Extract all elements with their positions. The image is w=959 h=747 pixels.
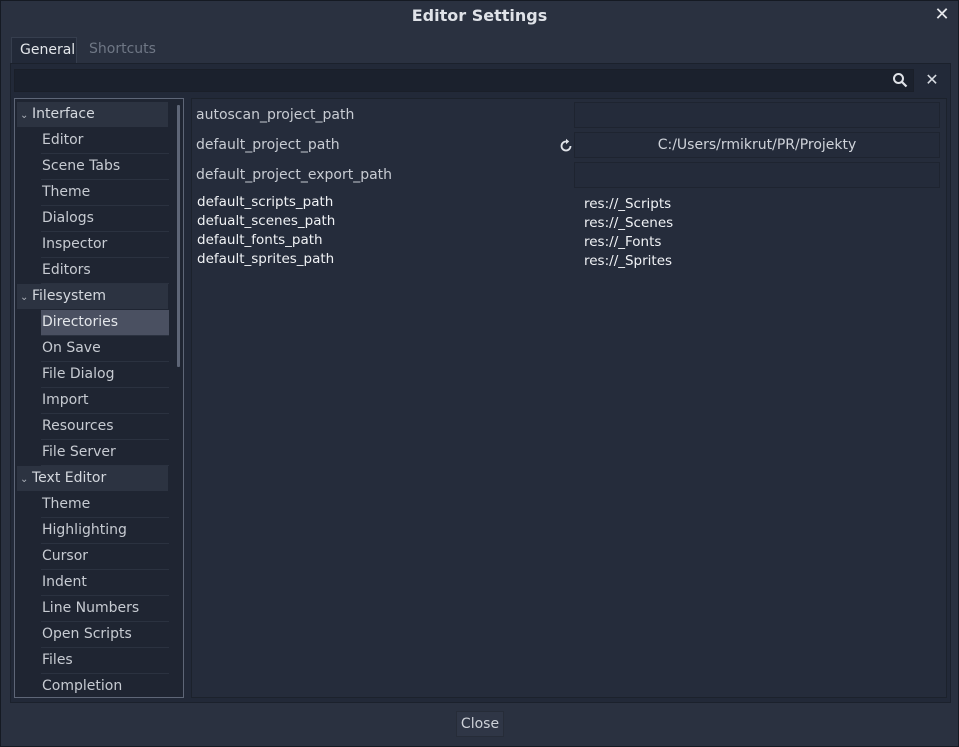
tree-item-file-dialog[interactable]: File Dialog bbox=[41, 362, 169, 388]
tree-section-text-editor[interactable]: ⌄ Text Editor bbox=[17, 466, 168, 491]
section-tree: ⌄ Interface Editor Scene Tabs Theme Dialogs In… bbox=[14, 98, 184, 698]
tree-label: File Dialog bbox=[42, 366, 115, 382]
tree-label: Editors bbox=[42, 262, 91, 278]
tree-item-directories[interactable]: Directories bbox=[41, 310, 169, 336]
tree-label: Line Numbers bbox=[42, 600, 140, 616]
tree-label: Completion bbox=[42, 678, 123, 694]
tree-item-file-server[interactable]: File Server bbox=[41, 440, 169, 466]
tree-item-indent[interactable]: Indent bbox=[41, 570, 169, 596]
custom-value-scenes[interactable]: res://_Scenes bbox=[584, 214, 673, 233]
tree-section-filesystem[interactable]: ⌄ Filesystem bbox=[17, 284, 168, 309]
prop-label-default-project-export-path: default_project_export_path bbox=[196, 167, 393, 183]
chevron-down-icon[interactable]: ⌄ bbox=[20, 467, 32, 492]
tree-item-completion[interactable]: Completion bbox=[41, 674, 169, 697]
tree-label: Files bbox=[42, 652, 73, 668]
tree-item-line-numbers[interactable]: Line Numbers bbox=[41, 596, 169, 622]
prop-label-default-project-path: default_project_path bbox=[196, 137, 340, 153]
window-title: Editor Settings bbox=[411, 6, 548, 25]
tree-label: Scene Tabs bbox=[42, 158, 121, 174]
prop-field-autoscan-project-path[interactable] bbox=[574, 102, 940, 128]
revert-icon[interactable] bbox=[558, 138, 574, 154]
custom-value-sprites[interactable]: res://_Sprites bbox=[584, 252, 672, 271]
tree-item-dialogs[interactable]: Dialogs bbox=[41, 206, 169, 232]
tree-item-editors[interactable]: Editors bbox=[41, 258, 169, 284]
tree-label: Text Editor bbox=[32, 470, 107, 486]
custom-label-sprites: default_sprites_path bbox=[197, 251, 335, 267]
tree-scrollbar[interactable] bbox=[177, 105, 180, 367]
tree-item-inspector[interactable]: Inspector bbox=[41, 232, 169, 258]
tab-shortcuts[interactable]: Shortcuts bbox=[81, 37, 161, 64]
tree-item-open-scripts[interactable]: Open Scripts bbox=[41, 622, 169, 648]
chevron-down-icon[interactable]: ⌄ bbox=[20, 285, 32, 310]
tree-label: Inspector bbox=[42, 236, 108, 252]
tree-label: Resources bbox=[42, 418, 114, 434]
tree-label: Indent bbox=[42, 574, 87, 590]
search-bar bbox=[14, 69, 914, 92]
custom-label-fonts: default_fonts_path bbox=[197, 232, 323, 248]
custom-value-fonts[interactable]: res://_Fonts bbox=[584, 233, 661, 252]
title-bar: Editor Settings ✕ bbox=[1, 1, 958, 33]
search-icon bbox=[893, 73, 908, 88]
prop-field-default-project-export-path[interactable] bbox=[574, 162, 940, 188]
tree-item-files[interactable]: Files bbox=[41, 648, 169, 674]
prop-field-default-project-path[interactable]: C:/Users/rmikrut/PR/Projekty bbox=[574, 132, 940, 158]
tree-item-on-save[interactable]: On Save bbox=[41, 336, 169, 362]
tree-label: Theme bbox=[42, 496, 91, 512]
tree-label: Interface bbox=[32, 106, 95, 122]
tree-item-theme[interactable]: Theme bbox=[41, 492, 169, 518]
tree-item-theme[interactable]: Theme bbox=[41, 180, 169, 206]
editor-settings-window: Editor Settings ✕ General Shortcuts ✕ ⌄ I… bbox=[0, 0, 959, 747]
tree-item-editor[interactable]: Editor bbox=[41, 128, 169, 154]
search-input[interactable] bbox=[14, 69, 914, 92]
tree-label: Import bbox=[42, 392, 89, 408]
tree-label: Directories bbox=[42, 314, 119, 330]
tree-label: On Save bbox=[42, 340, 101, 356]
custom-value-scripts[interactable]: res://_Scripts bbox=[584, 195, 671, 214]
tree-item-highlighting[interactable]: Highlighting bbox=[41, 518, 169, 544]
tree-item-import[interactable]: Import bbox=[41, 388, 169, 414]
clear-search-icon[interactable]: ✕ bbox=[922, 70, 942, 90]
custom-label-scenes: defualt_scenes_path bbox=[197, 213, 336, 229]
close-icon[interactable]: ✕ bbox=[932, 5, 952, 25]
custom-label-scripts: default_scripts_path bbox=[197, 194, 334, 210]
close-button[interactable]: Close bbox=[456, 711, 504, 737]
tab-general[interactable]: General bbox=[11, 37, 77, 64]
tree-section-interface[interactable]: ⌄ Interface bbox=[17, 102, 168, 127]
tree-label: Open Scripts bbox=[42, 626, 132, 642]
tree-item-resources[interactable]: Resources bbox=[41, 414, 169, 440]
tree-label: Editor bbox=[42, 132, 84, 148]
tree-label: Filesystem bbox=[32, 288, 107, 304]
tree-label: Cursor bbox=[42, 548, 89, 564]
tree-item-scene-tabs[interactable]: Scene Tabs bbox=[41, 154, 169, 180]
tree-label: File Server bbox=[42, 444, 116, 460]
tree-item-cursor[interactable]: Cursor bbox=[41, 544, 169, 570]
tree-label: Highlighting bbox=[42, 522, 127, 538]
chevron-down-icon[interactable]: ⌄ bbox=[20, 103, 32, 128]
tree-label: Theme bbox=[42, 184, 91, 200]
tree-label: Dialogs bbox=[42, 210, 94, 226]
property-inspector: autoscan_project_path default_project_pa… bbox=[191, 98, 947, 698]
prop-label-autoscan-project-path: autoscan_project_path bbox=[196, 107, 355, 123]
